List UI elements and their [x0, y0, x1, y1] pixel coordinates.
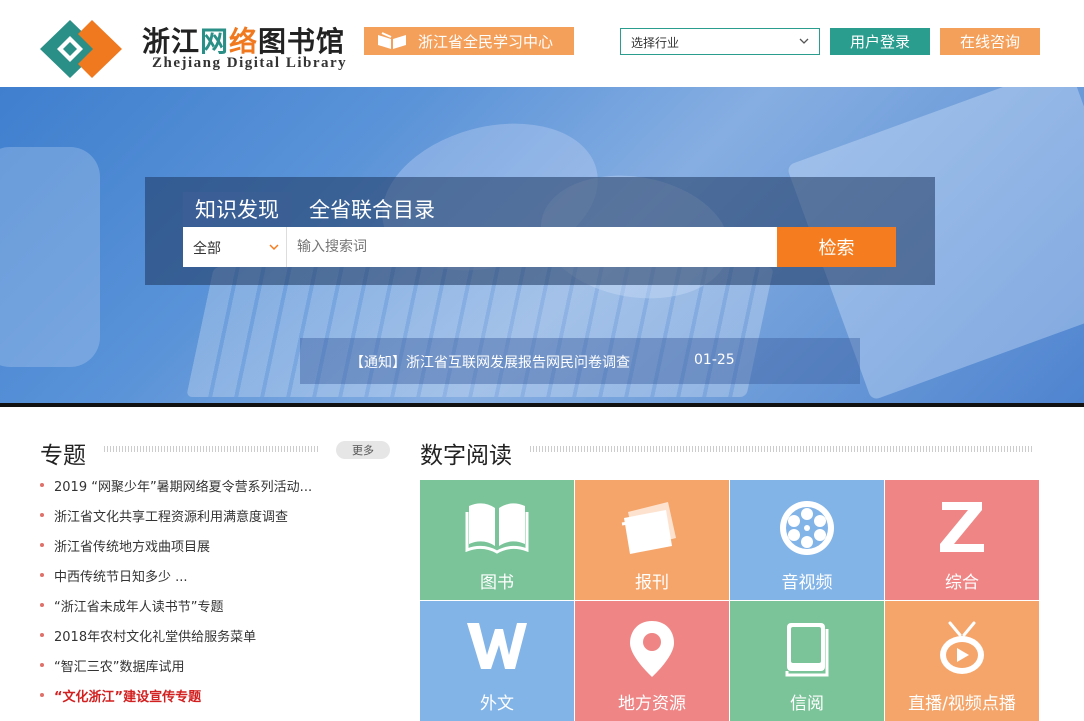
topic-item-featured[interactable]: “文化浙江”建设宣传专题 — [40, 680, 380, 710]
site-title-part-1: 浙江 — [142, 25, 201, 58]
bullet-icon — [40, 663, 44, 667]
notice-bar[interactable]: 【通知】浙江省互联网发展报告网民问卷调查 01-25 — [300, 338, 860, 384]
topic-item-label: 浙江省传统地方戏曲项目展 — [54, 539, 211, 555]
chevron-down-icon — [269, 244, 279, 251]
topic-list: 2019 “网聚少年”暑期网络夏令营系列活动... 浙江省文化共享工程资源利用满… — [40, 470, 380, 710]
chevron-down-icon — [799, 38, 809, 44]
topic-item[interactable]: “浙江省未成年人读书节”专题 — [40, 590, 380, 620]
search-input[interactable] — [287, 227, 777, 267]
tile-audio-video[interactable]: 音视频 — [730, 480, 884, 600]
tile-local-resources[interactable]: 地方资源 — [575, 601, 729, 721]
login-button[interactable]: 用户登录 — [830, 28, 930, 55]
hero-banner: 知识发现 全省联合目录 全部 检索 【通知】浙江省互联网发展报告网民问卷调查 0… — [0, 87, 1084, 403]
topic-item-label: 2019 “网聚少年”暑期网络夏令营系列活动... — [54, 479, 313, 495]
topic-item-label: “浙江省未成年人读书节”专题 — [54, 599, 224, 615]
topic-item-label: “文化浙江”建设宣传专题 — [54, 689, 202, 705]
topics-more-button[interactable]: 更多 — [336, 441, 390, 459]
industry-select-value: 选择行业 — [631, 36, 680, 50]
banner-phone-decoration — [0, 147, 100, 367]
site-header: 浙江网络图书馆 Zhejiang Digital Library 浙江省全民学习… — [0, 0, 1084, 87]
tile-xinyue-label: 信阅 — [790, 694, 824, 714]
banner-divider — [0, 403, 1084, 407]
tile-live-vod-label: 直播/视频点播 — [908, 694, 1016, 714]
tile-books-label: 图书 — [480, 573, 514, 593]
bullet-icon — [40, 603, 44, 607]
search-scope-select[interactable]: 全部 — [183, 227, 287, 267]
tile-live-vod[interactable]: 直播/视频点播 — [885, 601, 1039, 721]
search-panel: 知识发现 全省联合目录 全部 检索 — [145, 177, 935, 285]
topic-item[interactable]: 浙江省文化共享工程资源利用满意度调查 — [40, 500, 380, 530]
tab-union-catalog[interactable]: 全省联合目录 — [309, 192, 435, 226]
letter-z-icon — [940, 502, 984, 552]
topic-item-label: 2018年农村文化礼堂供给服务菜单 — [54, 629, 257, 645]
tile-newspapers[interactable]: 报刊 — [575, 480, 729, 600]
tile-local-resources-label: 地方资源 — [618, 694, 686, 714]
book-icon — [465, 503, 529, 554]
newspaper-icon — [621, 502, 676, 554]
learning-center-label: 浙江省全民学习中心 — [418, 32, 554, 51]
digital-reading-heading: 数字阅读 — [420, 443, 512, 469]
learning-center-link[interactable]: 浙江省全民学习中心 — [364, 27, 574, 55]
topics-heading: 专题 — [40, 443, 86, 469]
letter-w-icon — [467, 623, 527, 669]
topic-item[interactable]: 中西传统节日知多少 ... — [40, 560, 380, 590]
film-reel-icon — [780, 501, 834, 555]
topics-heading-divider — [104, 446, 318, 452]
tile-newspapers-label: 报刊 — [635, 573, 669, 593]
bullet-icon — [40, 693, 44, 697]
tile-foreign-language[interactable]: 外文 — [420, 601, 574, 721]
topic-item-label: 浙江省文化共享工程资源利用满意度调查 — [54, 509, 289, 525]
topic-item[interactable]: “智汇三农”数据库试用 — [40, 650, 380, 680]
bullet-icon — [40, 483, 44, 487]
topic-item-label: “智汇三农”数据库试用 — [54, 659, 185, 675]
tile-foreign-language-label: 外文 — [480, 694, 514, 714]
site-title-part-3: 络 — [229, 25, 259, 58]
topic-item[interactable]: 2018年农村文化礼堂供给服务菜单 — [40, 620, 380, 650]
search-scope-value: 全部 — [193, 241, 221, 257]
tile-audio-video-label: 音视频 — [781, 573, 833, 593]
online-consult-button[interactable]: 在线咨询 — [940, 28, 1040, 55]
open-book-icon — [378, 32, 406, 49]
digital-reading-divider — [530, 446, 1032, 452]
site-title: 浙江网络图书馆 — [142, 20, 345, 60]
topic-item[interactable]: 2019 “网聚少年”暑期网络夏令营系列活动... — [40, 470, 380, 500]
digital-reading-grid: 图书 报刊 音视频 综合 外文 地方资源 信阅 直播/视频点播 — [420, 480, 1040, 721]
location-pin-icon — [630, 621, 674, 677]
tile-xinyue[interactable]: 信阅 — [730, 601, 884, 721]
notice-date: 01-25 — [694, 352, 735, 368]
tile-comprehensive[interactable]: 综合 — [885, 480, 1039, 600]
bullet-icon — [40, 633, 44, 637]
topic-item[interactable]: 浙江省传统地方戏曲项目展 — [40, 530, 380, 560]
bullet-icon — [40, 543, 44, 547]
site-title-part-2: 网 — [200, 25, 230, 58]
tile-comprehensive-label: 综合 — [945, 573, 979, 593]
industry-select[interactable]: 选择行业 — [620, 28, 820, 55]
tile-books[interactable]: 图书 — [420, 480, 574, 600]
bullet-icon — [40, 513, 44, 517]
tab-knowledge-discovery[interactable]: 知识发现 — [183, 192, 291, 226]
closed-book-icon — [785, 623, 829, 677]
site-subtitle: Zhejiang Digital Library — [152, 55, 348, 71]
search-button[interactable]: 检索 — [777, 227, 896, 267]
notice-text[interactable]: 【通知】浙江省互联网发展报告网民问卷调查 — [350, 352, 630, 372]
library-logo-icon[interactable] — [40, 18, 130, 80]
tv-play-icon — [940, 621, 984, 674]
bullet-icon — [40, 573, 44, 577]
site-title-part-4: 图书馆 — [258, 25, 346, 58]
topic-item-label: 中西传统节日知多少 ... — [54, 569, 188, 585]
